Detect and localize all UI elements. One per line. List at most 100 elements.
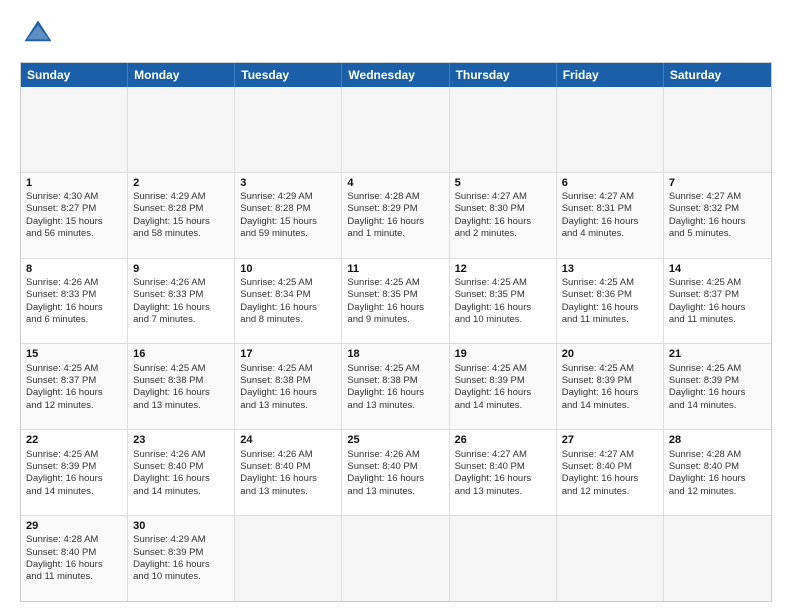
day-info: Daylight: 16 hours <box>133 387 229 399</box>
day-info: Daylight: 16 hours <box>455 302 551 314</box>
cal-cell: 27Sunrise: 4:27 AMSunset: 8:40 PMDayligh… <box>557 430 664 515</box>
day-info: Daylight: 16 hours <box>133 302 229 314</box>
day-info: and 11 minutes. <box>562 314 658 326</box>
day-info: Sunrise: 4:26 AM <box>133 277 229 289</box>
day-info: Sunset: 8:33 PM <box>26 289 122 301</box>
day-info: Sunset: 8:37 PM <box>26 375 122 387</box>
day-info: Sunrise: 4:25 AM <box>669 363 766 375</box>
cal-cell-empty <box>664 516 771 601</box>
cal-cell: 4Sunrise: 4:28 AMSunset: 8:29 PMDaylight… <box>342 173 449 258</box>
day-info: Sunset: 8:28 PM <box>133 203 229 215</box>
day-info: and 10 minutes. <box>455 314 551 326</box>
calendar-row: 22Sunrise: 4:25 AMSunset: 8:39 PMDayligh… <box>21 430 771 516</box>
cal-cell-empty <box>450 516 557 601</box>
day-info: Daylight: 15 hours <box>133 216 229 228</box>
day-info: Sunset: 8:27 PM <box>26 203 122 215</box>
cal-cell: 5Sunrise: 4:27 AMSunset: 8:30 PMDaylight… <box>450 173 557 258</box>
day-info: and 7 minutes. <box>133 314 229 326</box>
day-number: 1 <box>26 176 122 190</box>
day-info: and 11 minutes. <box>669 314 766 326</box>
cal-cell-empty <box>342 87 449 172</box>
calendar-row: 29Sunrise: 4:28 AMSunset: 8:40 PMDayligh… <box>21 516 771 601</box>
cal-cell-empty <box>557 516 664 601</box>
day-number: 24 <box>240 433 336 447</box>
day-number: 14 <box>669 262 766 276</box>
cal-cell: 2Sunrise: 4:29 AMSunset: 8:28 PMDaylight… <box>128 173 235 258</box>
day-info: Sunset: 8:40 PM <box>133 461 229 473</box>
day-number: 18 <box>347 347 443 361</box>
day-info: Sunset: 8:39 PM <box>669 375 766 387</box>
cal-cell: 12Sunrise: 4:25 AMSunset: 8:35 PMDayligh… <box>450 259 557 344</box>
day-number: 19 <box>455 347 551 361</box>
day-info: Sunrise: 4:25 AM <box>240 277 336 289</box>
day-info: Daylight: 16 hours <box>455 473 551 485</box>
day-number: 21 <box>669 347 766 361</box>
logo <box>20 16 60 52</box>
day-info: Sunset: 8:40 PM <box>669 461 766 473</box>
day-info: Sunrise: 4:27 AM <box>455 449 551 461</box>
day-info: Sunrise: 4:28 AM <box>347 191 443 203</box>
day-number: 8 <box>26 262 122 276</box>
day-info: and 10 minutes. <box>133 571 229 583</box>
day-info: Daylight: 16 hours <box>133 559 229 571</box>
day-info: and 9 minutes. <box>347 314 443 326</box>
day-info: and 13 minutes. <box>133 400 229 412</box>
cal-cell: 29Sunrise: 4:28 AMSunset: 8:40 PMDayligh… <box>21 516 128 601</box>
day-info: Sunset: 8:32 PM <box>669 203 766 215</box>
day-info: Daylight: 16 hours <box>669 387 766 399</box>
day-info: Sunset: 8:39 PM <box>455 375 551 387</box>
calendar-row: 1Sunrise: 4:30 AMSunset: 8:27 PM Daylight… <box>21 173 771 259</box>
day-info: and 5 minutes. <box>669 228 766 240</box>
header <box>20 16 772 52</box>
day-info: and 13 minutes. <box>347 486 443 498</box>
day-info: Sunset: 8:40 PM <box>240 461 336 473</box>
day-info: Sunset: 8:34 PM <box>240 289 336 301</box>
cal-cell: 30Sunrise: 4:29 AMSunset: 8:39 PMDayligh… <box>128 516 235 601</box>
day-info: Sunrise: 4:30 AM <box>26 191 122 203</box>
cal-cell: 22Sunrise: 4:25 AMSunset: 8:39 PMDayligh… <box>21 430 128 515</box>
day-info: Daylight: 16 hours <box>240 387 336 399</box>
day-info: Daylight: 16 hours <box>26 559 122 571</box>
day-number: 28 <box>669 433 766 447</box>
day-info: and 8 minutes. <box>240 314 336 326</box>
day-info: Sunset: 8:39 PM <box>133 547 229 559</box>
day-info: Daylight: 16 hours <box>669 302 766 314</box>
day-info: and 14 minutes. <box>669 400 766 412</box>
day-info: Sunrise: 4:25 AM <box>562 277 658 289</box>
day-number: 23 <box>133 433 229 447</box>
day-info: Daylight: 16 hours <box>240 473 336 485</box>
cal-cell: 21 Sunrise: 4:25 AMSunset: 8:39 PMDayligh… <box>664 344 771 429</box>
day-info: Daylight: 16 hours <box>347 302 443 314</box>
cal-cell: 9Sunrise: 4:26 AMSunset: 8:33 PMDaylight… <box>128 259 235 344</box>
day-info: Sunset: 8:35 PM <box>455 289 551 301</box>
logo-icon <box>20 16 56 52</box>
day-info: Sunrise: 4:25 AM <box>26 449 122 461</box>
day-info: Sunrise: 4:28 AM <box>26 534 122 546</box>
cal-cell: 17Sunrise: 4:25 AMSunset: 8:38 PMDayligh… <box>235 344 342 429</box>
day-info: and 2 minutes. <box>455 228 551 240</box>
day-info: Daylight: 15 hours <box>240 216 336 228</box>
day-info: Sunset: 8:28 PM <box>240 203 336 215</box>
calendar-row <box>21 87 771 173</box>
day-number: 16 <box>133 347 229 361</box>
cal-cell: 10Sunrise: 4:25 AMSunset: 8:34 PMDayligh… <box>235 259 342 344</box>
day-info: Sunset: 8:33 PM <box>133 289 229 301</box>
day-number: 26 <box>455 433 551 447</box>
cal-cell: 24Sunrise: 4:26 AMSunset: 8:40 PMDayligh… <box>235 430 342 515</box>
day-number: 10 <box>240 262 336 276</box>
day-number: 30 <box>133 519 229 533</box>
cal-cell-empty <box>235 516 342 601</box>
day-info: Sunrise: 4:25 AM <box>455 277 551 289</box>
day-info: Sunrise: 4:29 AM <box>133 534 229 546</box>
cal-cell-empty <box>450 87 557 172</box>
day-number: 27 <box>562 433 658 447</box>
day-info: Sunset: 8:38 PM <box>133 375 229 387</box>
day-info: Daylight: 16 hours <box>669 473 766 485</box>
day-info: and 13 minutes. <box>347 400 443 412</box>
day-info: Sunset: 8:39 PM <box>26 461 122 473</box>
day-info: Sunset: 8:38 PM <box>347 375 443 387</box>
day-info: Sunrise: 4:29 AM <box>240 191 336 203</box>
cal-cell: 19Sunrise: 4:25 AMSunset: 8:39 PMDayligh… <box>450 344 557 429</box>
day-number: 20 <box>562 347 658 361</box>
cal-cell: 8Sunrise: 4:26 AMSunset: 8:33 PMDaylight… <box>21 259 128 344</box>
